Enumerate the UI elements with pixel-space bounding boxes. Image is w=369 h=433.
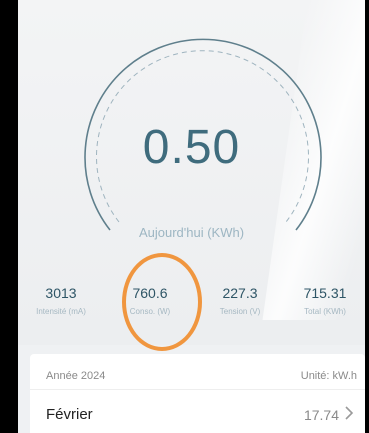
month-row[interactable]: Février 17.74: [30, 390, 365, 433]
stat-value: 3013: [45, 285, 77, 301]
app-screen: 0.50 Aujourd'hui (KWh) 3013 Intensité (m…: [18, 0, 365, 433]
stat-total: 715.31 Total (KWh): [290, 285, 360, 316]
stat-caption: Intensité (mA): [36, 307, 86, 316]
highlight-annotation-circle: [122, 253, 202, 351]
card-header: Année 2024 Unité: kW.h: [30, 354, 365, 390]
gauge-label: Aujourd'hui (KWh): [138, 225, 245, 240]
stat-caption: Tension (V): [219, 307, 261, 316]
year-label: Année 2024: [46, 370, 106, 382]
stat-caption: Total (KWh): [304, 307, 346, 316]
stat-value: 715.31: [303, 285, 347, 301]
stat-value: 227.3: [222, 285, 258, 301]
stat-voltage: 227.3 Tension (V): [204, 285, 276, 316]
gauge-value: 0.50: [142, 121, 241, 174]
month-label: Février: [46, 406, 93, 423]
stat-intensity: 3013 Intensité (mA): [26, 285, 96, 316]
month-value: 17.74: [303, 407, 339, 423]
chevron-right-icon: [345, 406, 354, 420]
unit-label: Unité: kW.h: [300, 370, 357, 382]
monthly-consumption-card: Année 2024 Unité: kW.h Février 17.74: [30, 354, 365, 433]
